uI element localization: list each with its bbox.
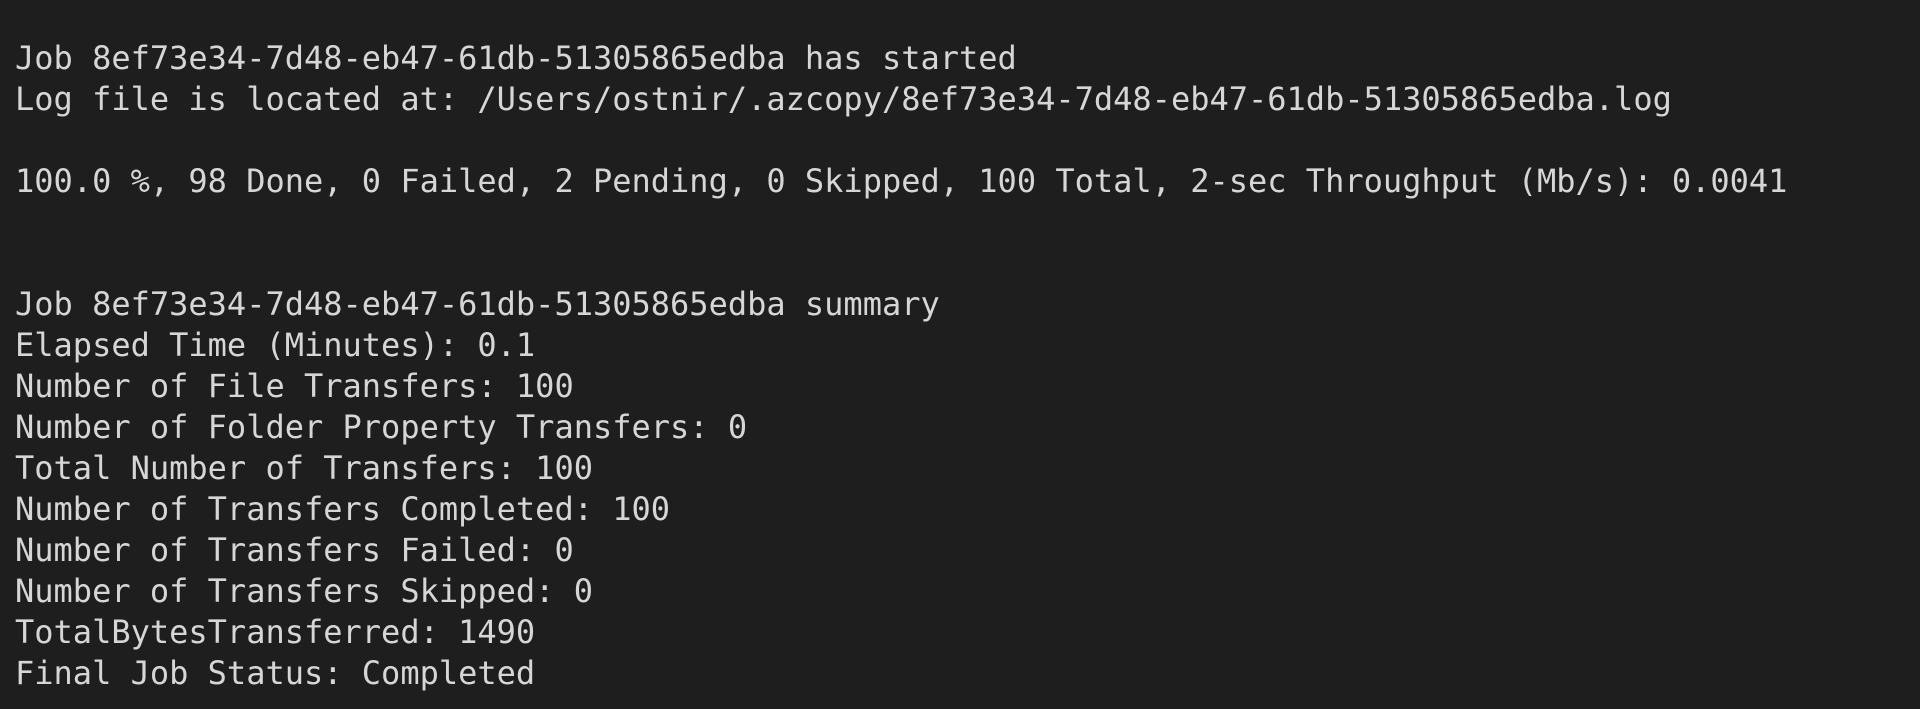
file-transfers-line: Number of File Transfers: 100 [15, 367, 574, 405]
progress-line: 100.0 %, 98 Done, 0 Failed, 2 Pending, 0… [15, 162, 1788, 200]
total-transfers-line: Total Number of Transfers: 100 [15, 449, 593, 487]
log-file-path-line: Log file is located at: /Users/ostnir/.a… [15, 80, 1672, 118]
final-job-status-line: Final Job Status: Completed [15, 654, 536, 692]
terminal-window[interactable]: Job 8ef73e34-7d48-eb47-61db-51305865edba… [0, 0, 1920, 709]
transfers-failed-line: Number of Transfers Failed: 0 [15, 531, 574, 569]
job-summary-title: Job 8ef73e34-7d48-eb47-61db-51305865edba… [15, 285, 940, 323]
job-started-line: Job 8ef73e34-7d48-eb47-61db-51305865edba… [15, 39, 1017, 77]
folder-property-transfers-line: Number of Folder Property Transfers: 0 [15, 408, 748, 446]
elapsed-time-line: Elapsed Time (Minutes): 0.1 [15, 326, 536, 364]
total-bytes-transferred-line: TotalBytesTransferred: 1490 [15, 613, 536, 651]
transfers-skipped-line: Number of Transfers Skipped: 0 [15, 572, 593, 610]
transfers-completed-line: Number of Transfers Completed: 100 [15, 490, 671, 528]
